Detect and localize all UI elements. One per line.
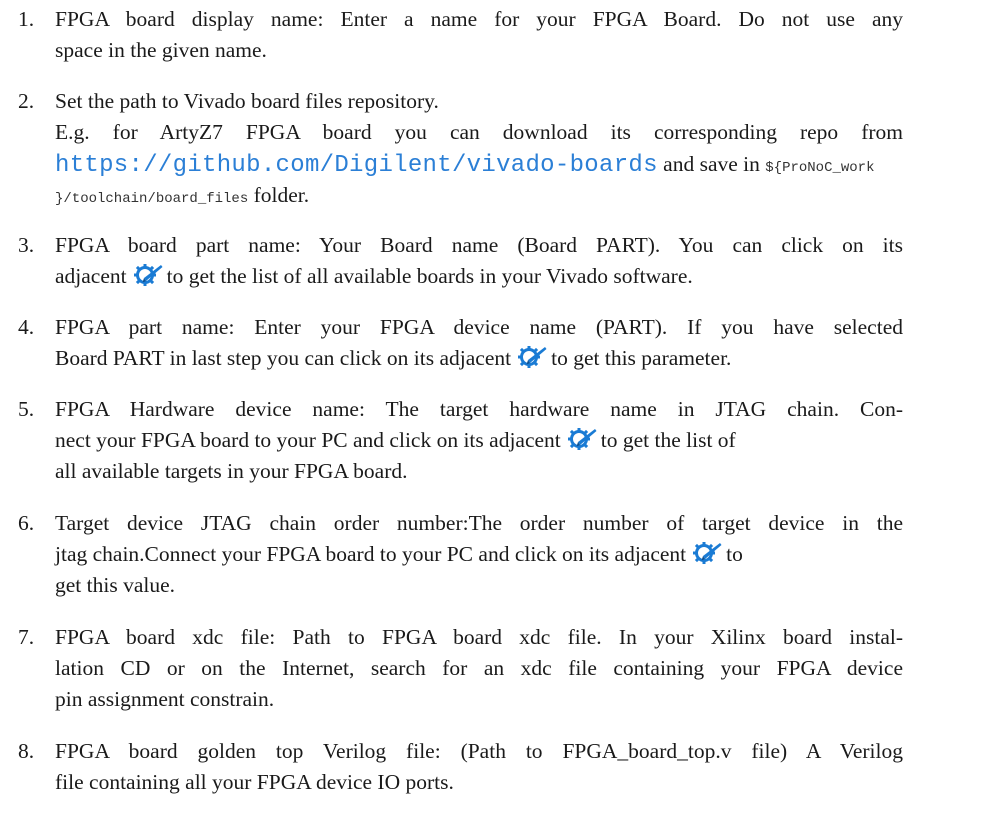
item-text-line: get this value.: [55, 573, 176, 597]
item-number: 8.: [18, 739, 35, 763]
path-code: }/toolchain/board_files: [55, 191, 249, 207]
item-text-line: FPGA board part name: Your Board name (B…: [55, 233, 903, 257]
document-page: 1. FPGA board display name: Enter a name…: [0, 0, 998, 819]
item-text-line: FPGA Hardware device name: The target ha…: [55, 397, 903, 421]
item-text-line: }/toolchain/board_files folder.: [55, 180, 309, 215]
item-text-line: adjacent to get the list of all available…: [55, 261, 693, 292]
item-text-line: FPGA board golden top Verilog file: (Pat…: [55, 739, 903, 763]
github-repo-link[interactable]: https://github.com/Digilent/vivado-board…: [55, 152, 658, 179]
item-text-fragment: folder.: [248, 183, 310, 207]
item-text-fragment: to: [726, 542, 743, 566]
item-text-line: E.g. for ArtyZ7 FPGA board you can downl…: [55, 120, 903, 144]
item-text-line: FPGA part name: Enter your FPGA device n…: [55, 315, 903, 339]
item-number: 3.: [18, 233, 35, 257]
item-text-line: pin assignment constrain.: [55, 687, 275, 711]
path-code: ${ProNoC_work: [765, 160, 875, 176]
item-text-line: Target device JTAG chain order number:Th…: [55, 511, 903, 535]
item-number: 4.: [18, 315, 35, 339]
item-text-fragment: nect your FPGA board to your PC and clic…: [55, 428, 561, 452]
item-text-fragment: to get this parameter.: [551, 346, 732, 370]
item-text-fragment: adjacent: [55, 264, 127, 288]
item-number: 5.: [18, 397, 35, 421]
item-text-fragment: Board PART in last step you can click on…: [55, 346, 512, 370]
item-text-fragment: to get the list of: [600, 428, 736, 452]
item-text-line: FPGA board xdc file: Path to FPGA board …: [55, 625, 903, 649]
item-text-line: jtag chain.Connect your FPGA board to yo…: [55, 539, 743, 570]
item-text-line: Board PART in last step you can click on…: [55, 343, 731, 374]
item-text-line: lation CD or on the Internet, search for…: [55, 656, 903, 680]
configure-icon[interactable]: [517, 345, 547, 369]
item-text-fragment: jtag chain.Connect your FPGA board to yo…: [55, 542, 687, 566]
item-number: 1.: [18, 7, 35, 31]
configure-icon[interactable]: [692, 541, 722, 565]
item-text-line: file containing all your FPGA device IO …: [55, 770, 454, 794]
item-text-line: all available targets in your FPGA board…: [55, 459, 408, 483]
item-text-line: space in the given name.: [55, 38, 267, 62]
item-text-line: https://github.com/Digilent/vivado-board…: [55, 149, 874, 184]
item-text-line: Set the path to Vivado board files repos…: [55, 89, 439, 113]
item-text-fragment: and save in: [657, 152, 766, 176]
configure-icon[interactable]: [133, 263, 163, 287]
item-text-line: FPGA board display name: Enter a name fo…: [55, 7, 903, 31]
item-number: 7.: [18, 625, 35, 649]
item-text-fragment: to get the list of all available boards …: [166, 264, 693, 288]
item-number: 2.: [18, 89, 35, 113]
configure-icon[interactable]: [567, 427, 597, 451]
item-number: 6.: [18, 511, 35, 535]
item-text-line: nect your FPGA board to your PC and clic…: [55, 425, 736, 456]
